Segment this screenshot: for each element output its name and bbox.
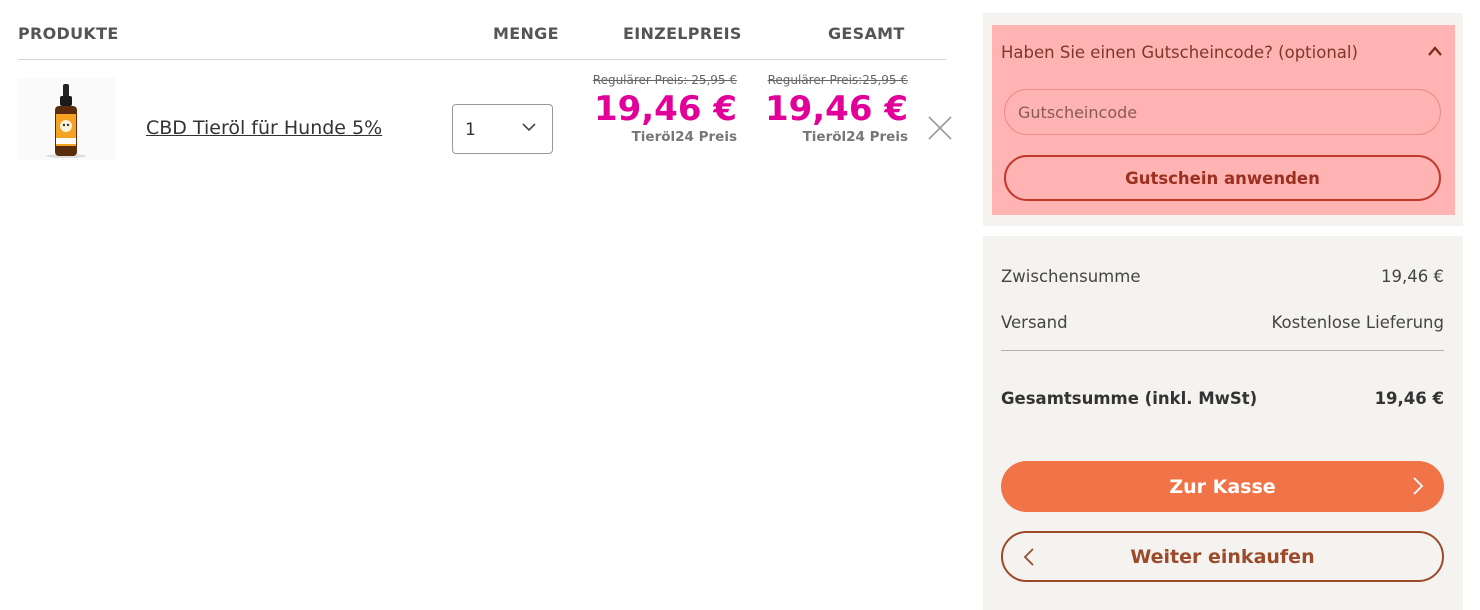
header-products: PRODUKTE — [18, 24, 119, 43]
total-sale-price: 19,46 € — [764, 89, 908, 129]
header-unit-price: EINZELPREIS — [623, 24, 742, 43]
quantity-value: 1 — [465, 120, 476, 140]
shipping-value: Kostenlose Lieferung — [1271, 313, 1444, 332]
total-value: 19,46 € — [1374, 389, 1444, 408]
continue-shopping-button[interactable]: Weiter einkaufen — [1001, 531, 1444, 582]
subtotal-value: 19,46 € — [1381, 267, 1444, 286]
summary-divider — [1001, 350, 1444, 351]
chevron-down-icon — [522, 123, 536, 132]
unit-price-note: Tieröl24 Preis — [631, 129, 737, 145]
quantity-select[interactable]: 1 — [452, 104, 553, 154]
subtotal-label: Zwischensumme — [1001, 267, 1141, 286]
total-price-cell: Regulärer Preis:25,95 € 19,46 € Tieröl24… — [765, 73, 908, 145]
chevron-right-icon — [1413, 477, 1424, 495]
total-label: Gesamtsumme (inkl. MwSt) — [1001, 389, 1258, 408]
unit-sale-price: 19,46 € — [593, 89, 737, 129]
continue-label: Weiter einkaufen — [1130, 545, 1315, 568]
unit-price-cell: Regulärer Preis: 25,95 € 19,46 € Tieröl2… — [593, 73, 737, 145]
coupon-panel: Haben Sie einen Gutscheincode? (optional… — [992, 25, 1455, 215]
coupon-code-input[interactable] — [1004, 89, 1441, 135]
header-total: GESAMT — [828, 24, 905, 43]
apply-coupon-button[interactable]: Gutschein anwenden — [1004, 155, 1441, 201]
product-thumbnail[interactable] — [18, 78, 116, 160]
header-quantity: MENGE — [493, 24, 559, 43]
cart-table-header: PRODUKTE MENGE EINZELPREIS GESAMT — [18, 0, 946, 60]
unit-regular-price: Regulärer Preis: 25,95 € — [592, 73, 737, 87]
total-regular-price: Regulärer Preis:25,95 € — [767, 73, 908, 87]
order-summary: Zwischensumme 19,46 € Versand Kostenlose… — [983, 236, 1463, 610]
product-name-link[interactable]: CBD Tieröl für Hunde 5% — [146, 117, 382, 139]
cart-table: PRODUKTE MENGE EINZELPREIS GESAMT — [18, 0, 946, 60]
close-icon[interactable] — [927, 115, 953, 141]
shipping-label: Versand — [1001, 313, 1068, 332]
chevron-up-icon[interactable] — [1427, 45, 1443, 57]
total-price-note: Tieröl24 Preis — [802, 129, 908, 145]
checkout-label: Zur Kasse — [1169, 475, 1276, 498]
coupon-title[interactable]: Haben Sie einen Gutscheincode? (optional… — [1001, 43, 1358, 62]
chevron-left-icon — [1023, 548, 1034, 566]
checkout-button[interactable]: Zur Kasse — [1001, 461, 1444, 512]
dropper-bottle-image — [46, 84, 86, 158]
